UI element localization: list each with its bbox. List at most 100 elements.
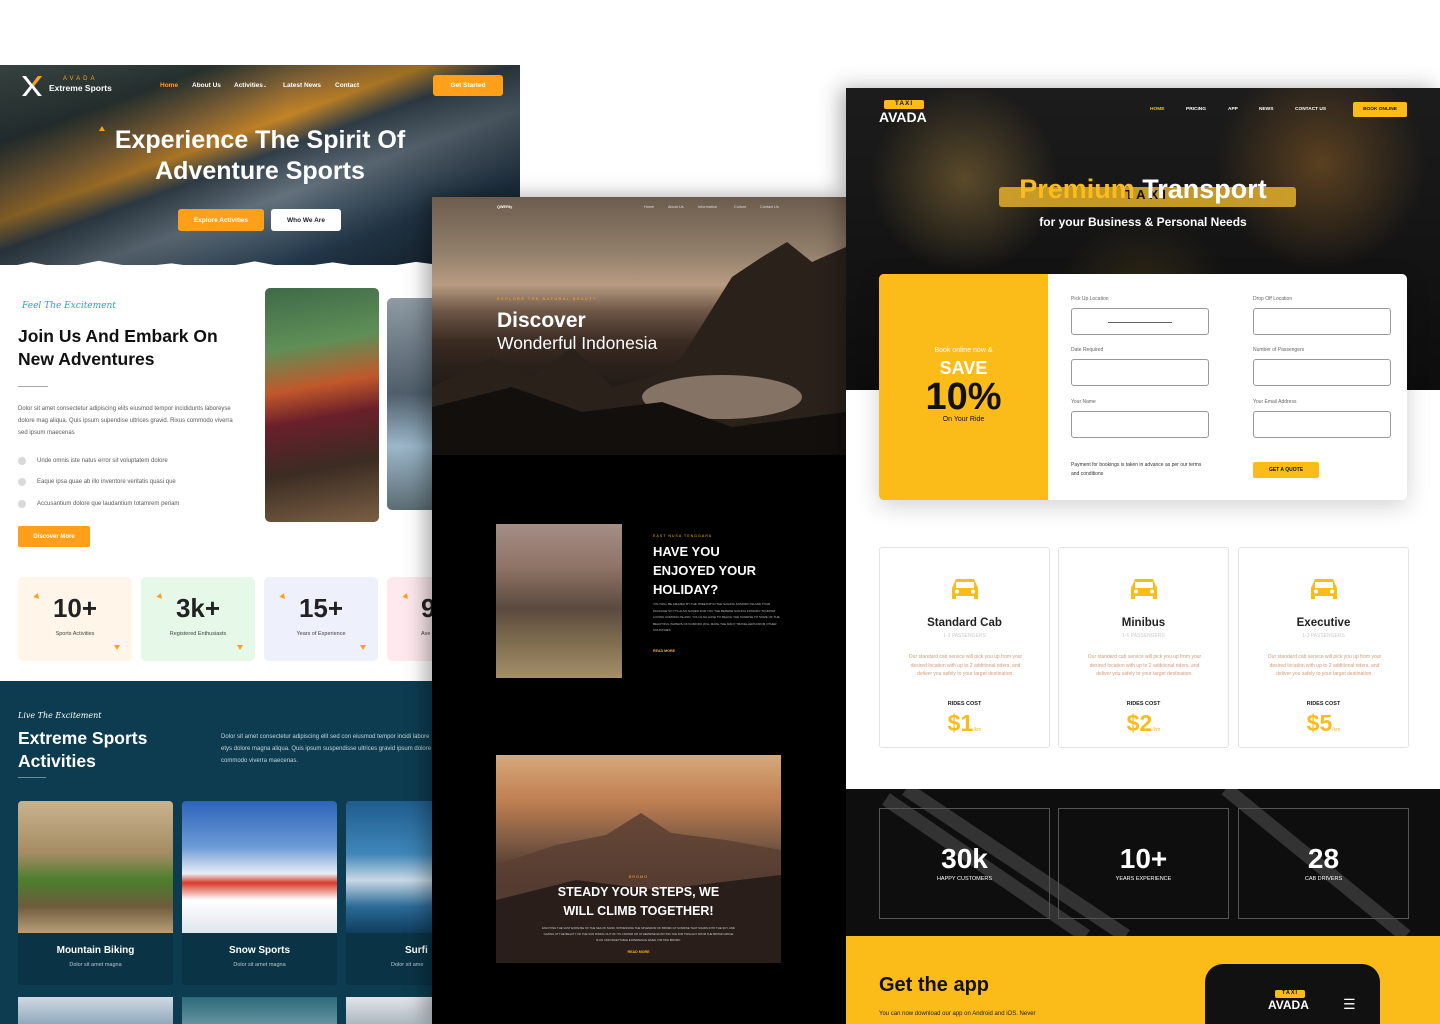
script-tagline: Live The Excitement — [18, 711, 102, 720]
service-card-minibus[interactable]: Minibus 1-6 PASSENGERS Our standard cab … — [1058, 547, 1229, 748]
car-icon — [1131, 579, 1157, 599]
section-paragraph: YOU WILL BE AMAZED BY THE TREETOP IN THE… — [653, 602, 780, 632]
nav-latest-news[interactable]: Latest News — [283, 82, 321, 89]
brand-logo[interactable]: QWERty — [497, 205, 512, 209]
logo-title[interactable]: Extreme Sports — [49, 83, 112, 93]
passengers-input[interactable] — [1253, 359, 1391, 386]
book-online-button[interactable]: BOOK ONLINE — [1353, 102, 1407, 117]
section-title: STEADY YOUR STEPS, WE WILL CLIMB TOGETHE… — [496, 883, 781, 921]
card-photo — [182, 801, 337, 933]
hero-title-rest: Transport — [1142, 174, 1267, 204]
activity-card-surfing[interactable]: Surfi Dolor sit ame — [346, 801, 446, 985]
discover-more-button[interactable]: Discover More — [18, 526, 90, 547]
nav-activities[interactable]: Activities⌄ — [234, 82, 267, 89]
nav-pricing[interactable]: PRICING — [1186, 107, 1206, 112]
nav-home[interactable]: Home — [160, 82, 178, 89]
nav-contact[interactable]: Contact — [335, 82, 359, 89]
accent-triangle-icon — [237, 645, 243, 650]
counter-customers: 30k HAPPY CUSTOMERS — [879, 808, 1050, 919]
nav-news[interactable]: NEWS — [1259, 107, 1273, 112]
climber-photo — [387, 298, 437, 510]
chevron-down-icon: ⌄ — [262, 83, 268, 89]
card-subtitle: Dolor sit ame — [391, 962, 424, 968]
service-title: Standard Cab — [927, 617, 1002, 629]
hero-title: Premium Transport — [846, 174, 1440, 205]
service-passengers: 1-3 PASSENGERS — [943, 633, 986, 639]
bromo-photo: BROMO STEADY YOUR STEPS, WE WILL CLIMB T… — [496, 755, 781, 963]
pickup-input[interactable] — [1071, 308, 1209, 335]
counter-number: 28 — [1307, 843, 1340, 874]
hero-title-line2: Adventure Sports — [155, 157, 365, 185]
name-label: Your Name — [1071, 399, 1096, 405]
section-heading: Join Us And Embark On New Adventures — [18, 325, 258, 371]
nav-app[interactable]: APP — [1228, 107, 1238, 112]
komodo-photo — [496, 524, 622, 678]
get-quote-button[interactable]: GET A QUOTE — [1253, 462, 1319, 478]
card-title: Snow Sports — [228, 945, 291, 956]
nav-about[interactable]: About Us — [192, 82, 221, 89]
mountain-biker-photo — [265, 288, 379, 522]
service-card-standard[interactable]: Standard Cab 1-3 PASSENGERS Our standard… — [879, 547, 1050, 748]
service-passengers: 1-6 PASSENGERS — [1122, 633, 1165, 639]
activity-card-photo-partial — [18, 997, 173, 1024]
promo-panel: Book online now & SAVE 10% On Your Ride — [879, 274, 1048, 500]
nav-home[interactable]: Home — [644, 205, 654, 209]
card-subtitle: Dolor sit amet magna — [69, 962, 122, 968]
promo-line2: On Your Ride — [942, 416, 985, 423]
activity-card-mountain-biking[interactable]: Mountain Biking Dolor sit amet magna — [18, 801, 173, 985]
logo-title[interactable]: AVADA — [879, 109, 927, 125]
nav-contact[interactable]: CONTACT US — [1295, 107, 1326, 112]
nav-about[interactable]: About Us — [668, 205, 684, 209]
check-item-2: Eaque ipsa quae ab illo inventore verita… — [37, 479, 176, 485]
phone-logo-badge: TAXI — [1275, 990, 1305, 998]
service-passengers: 1-3 PASSENGERS — [1302, 633, 1345, 639]
email-input[interactable] — [1253, 411, 1391, 438]
service-title: Executive — [1296, 617, 1351, 629]
stat-label: Years of Experience — [296, 631, 346, 637]
nav-home[interactable]: HOME — [1150, 107, 1164, 112]
activities-paragraph: Dolor sit amet consectetur adipiscing el… — [221, 734, 432, 764]
date-label: Date Required — [1071, 347, 1104, 353]
dropoff-input[interactable] — [1253, 308, 1391, 335]
section-title-line: ENJOYED YOUR — [653, 563, 757, 578]
app-body: You can now download our app on Android … — [879, 1011, 1036, 1017]
service-price: $5/km — [1239, 710, 1408, 737]
heading-line1: Join Us And Embark On — [18, 326, 218, 346]
nav-information[interactable]: Information — [698, 205, 717, 209]
name-input[interactable] — [1071, 411, 1209, 438]
intro-paragraph: Dolor sit amet consectetur adipiscing el… — [18, 406, 233, 436]
nav-activities-label: Activities — [234, 82, 263, 89]
get-started-button[interactable]: Get Started — [433, 75, 503, 96]
read-more-link[interactable]: READ MORE — [653, 649, 675, 653]
hamburger-menu-icon[interactable]: ☰ — [1343, 996, 1356, 1013]
check-item-3: Accusantium dolore que laudantium totamr… — [37, 501, 180, 507]
price-value: $5 — [1306, 710, 1333, 736]
check-icon — [18, 478, 26, 486]
terms-text: Payment for bookings is taken in advance… — [1071, 462, 1202, 477]
who-we-are-button[interactable]: Who We Are — [271, 209, 341, 231]
activities-title-line2: Activities — [18, 751, 96, 771]
stat-number: 10+ — [52, 593, 98, 623]
counter-label: YEARS EXPERIENCE — [1115, 876, 1172, 882]
logo-taxi-badge: TAXI — [884, 100, 924, 109]
nav-contact[interactable]: Contact Us — [760, 205, 779, 209]
hero-subtitle: for your Business & Personal Needs — [1039, 215, 1247, 229]
stat-number: 3k+ — [175, 593, 221, 623]
service-card-executive[interactable]: Executive 1-3 PASSENGERS Our standard ca… — [1238, 547, 1409, 748]
check-icon — [18, 457, 26, 465]
card-title: Surfi — [405, 945, 428, 956]
date-input[interactable] — [1071, 359, 1209, 386]
section-title-line: STEADY YOUR STEPS, WE — [557, 885, 720, 899]
read-more-link[interactable]: READ MORE — [496, 950, 781, 954]
price-value: $1 — [947, 710, 974, 736]
activity-card-snow-sports[interactable]: Snow Sports Dolor sit amet magna — [182, 801, 337, 985]
passengers-label: Number of Passengers — [1253, 347, 1305, 353]
explore-activities-button[interactable]: Explore Activities — [178, 209, 264, 231]
car-icon — [1311, 579, 1337, 599]
stat-card-enthusiasts: 3k+ Registered Enthusiasts — [141, 577, 255, 661]
stat-card-activities: 10+ Sports Activities — [18, 577, 132, 661]
service-description: Our standard cab service will pick you u… — [908, 654, 1023, 677]
nav-culture[interactable]: Culture — [734, 205, 746, 209]
promo-line1: Book online now & — [934, 347, 993, 354]
heading-line2: New Adventures — [18, 349, 155, 369]
